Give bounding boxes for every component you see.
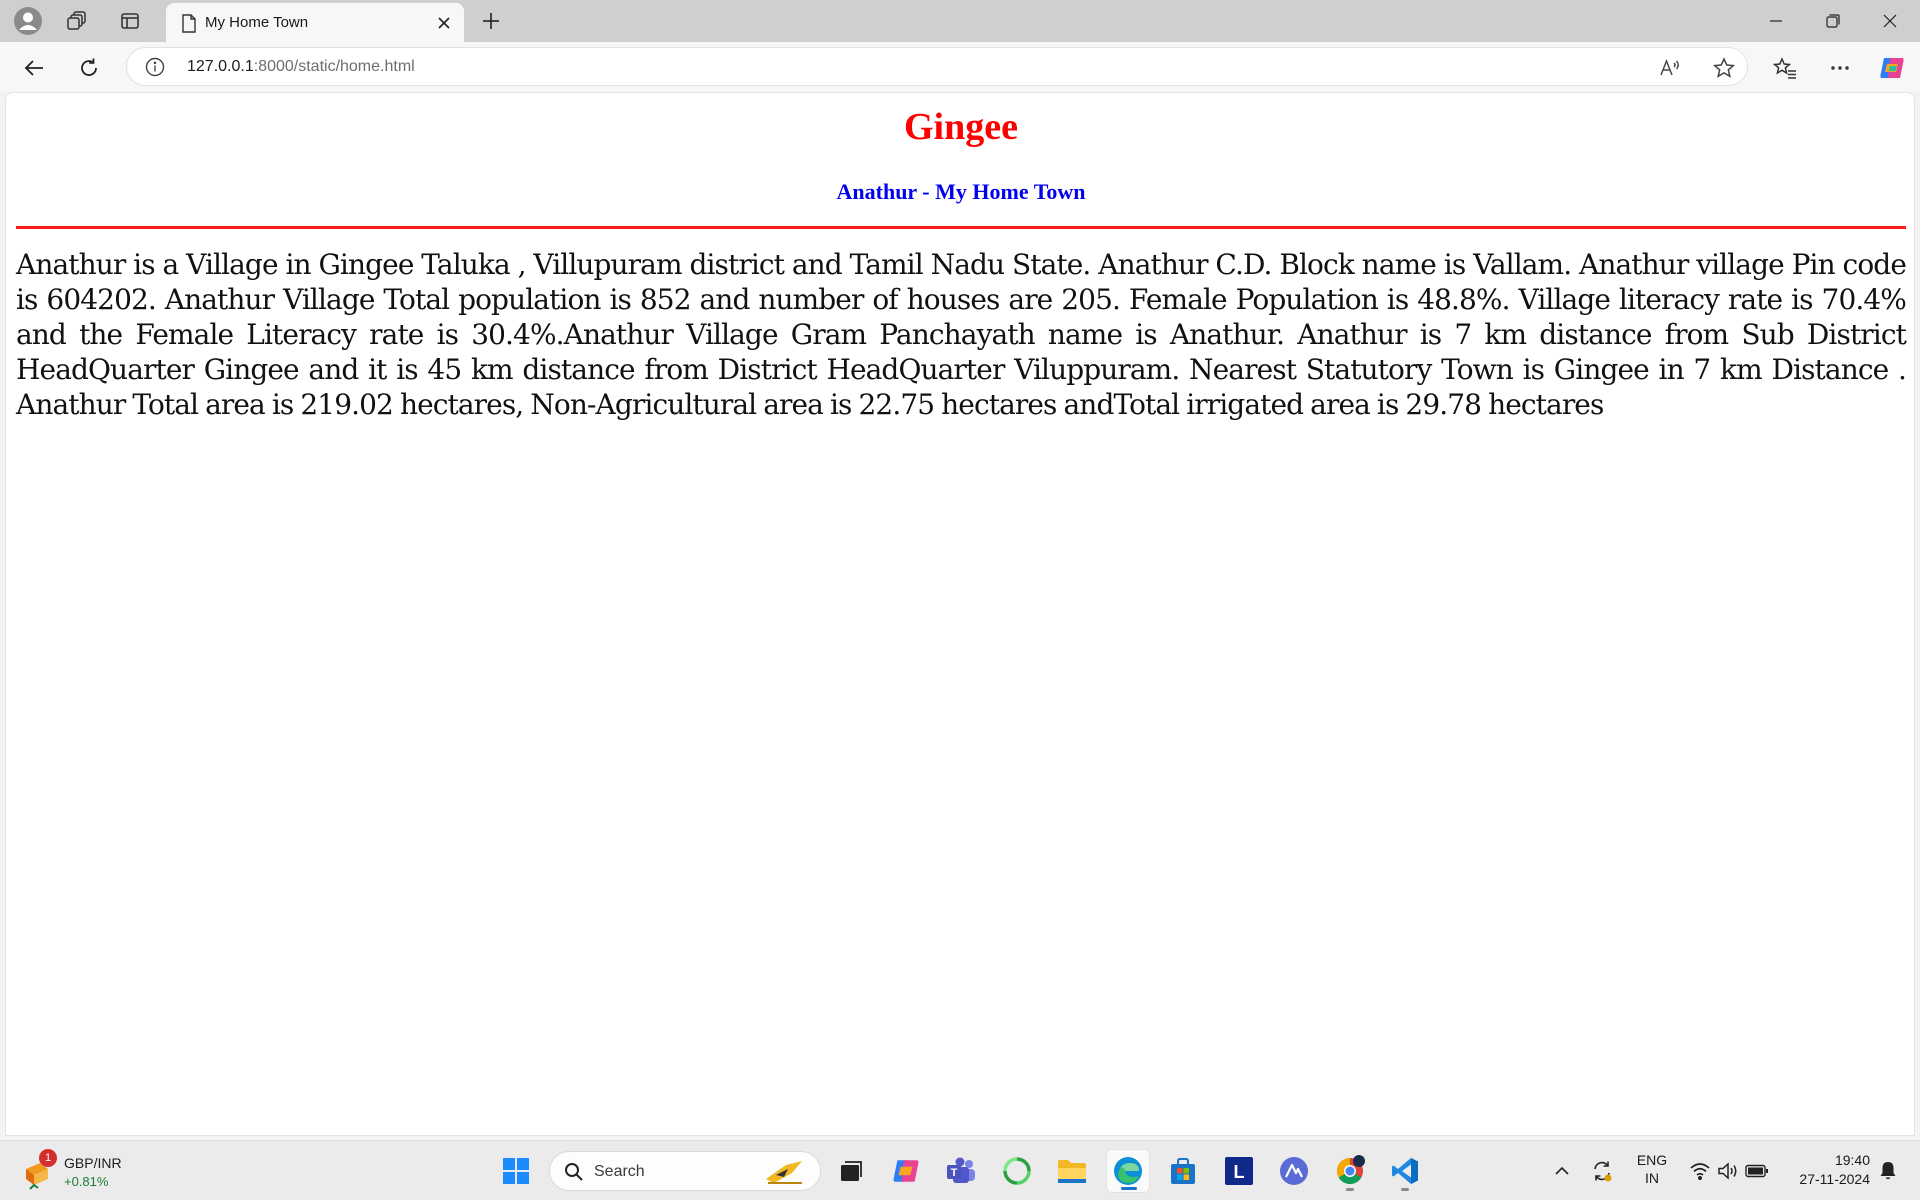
windows-logo-icon: [503, 1158, 529, 1184]
minimize-icon: [1770, 20, 1782, 22]
page-paragraph: Anathur is a Village in Gingee Taluka , …: [16, 248, 1907, 421]
taskbar-edge[interactable]: [1106, 1149, 1150, 1193]
taskbar-vscode[interactable]: [1383, 1149, 1427, 1193]
taskbar-search[interactable]: Search: [549, 1151, 821, 1191]
tab-actions-icon: [121, 13, 139, 29]
restore-button[interactable]: [1805, 0, 1861, 42]
taskbar-teams[interactable]: T: [939, 1149, 983, 1193]
copilot-icon: [1880, 58, 1904, 78]
widget-name: GBP/INR: [64, 1155, 122, 1171]
favorite-button[interactable]: [1711, 55, 1737, 81]
task-view-icon: [841, 1161, 862, 1181]
system-clock[interactable]: 19:40 27-11-2024: [1778, 1151, 1870, 1189]
site-info-icon[interactable]: [145, 57, 165, 77]
svg-text:T: T: [951, 1167, 958, 1179]
read-aloud-icon: [1660, 58, 1679, 76]
teams-icon: T: [947, 1157, 975, 1183]
clock-time: 19:40: [1834, 1152, 1870, 1168]
address-bar[interactable]: 127.0.0.1:8000/static/home.html: [126, 47, 1748, 86]
notification-badge: 1: [39, 1149, 57, 1167]
tab-close-button[interactable]: [432, 11, 456, 35]
read-aloud-button[interactable]: [1657, 55, 1683, 81]
taskbar-l-app[interactable]: L: [1217, 1149, 1261, 1193]
refresh-button[interactable]: [71, 50, 107, 86]
vertical-tabs-button[interactable]: [108, 4, 152, 38]
tab-my-home-town[interactable]: My Home Town: [166, 3, 464, 42]
minimize-button[interactable]: [1748, 0, 1804, 42]
chrome-icon: [1336, 1155, 1365, 1185]
star-icon: [1713, 57, 1735, 78]
l-app-icon: L: [1225, 1157, 1253, 1185]
wifi-icon: [1690, 1163, 1710, 1180]
close-icon: [438, 17, 450, 29]
active-app-indicator: [1121, 1187, 1137, 1190]
svg-text:L: L: [1234, 1162, 1245, 1182]
sync-status-button[interactable]: [1586, 1149, 1618, 1193]
taskbar-chrome[interactable]: [1328, 1149, 1372, 1193]
close-window-button[interactable]: [1862, 0, 1918, 42]
page-viewport: Gingee Anathur - My Home Town Anathur is…: [5, 92, 1915, 1136]
running-app-indicator: [1401, 1188, 1409, 1191]
search-highlight-icon: [766, 1161, 802, 1184]
browser-toolbar: 127.0.0.1:8000/static/home.html: [0, 42, 1920, 92]
clock-date: 27-11-2024: [1799, 1171, 1870, 1187]
taskbar-file-explorer[interactable]: [1050, 1149, 1094, 1193]
new-tab-button[interactable]: [474, 5, 508, 37]
workspaces-button[interactable]: [55, 4, 99, 38]
copilot-icon: [893, 1160, 919, 1182]
notifications-button[interactable]: [1872, 1149, 1904, 1193]
taskbar-cycle-app[interactable]: [995, 1149, 1039, 1193]
taskbar-microsoft-store[interactable]: [1161, 1149, 1205, 1193]
language-code: ENG: [1636, 1152, 1668, 1168]
more-dots-icon: [1831, 66, 1849, 70]
close-icon: [1883, 14, 1897, 28]
profile-icon: [14, 7, 42, 35]
vscode-icon: [1392, 1158, 1418, 1184]
url-path: :8000/static/home.html: [253, 58, 415, 75]
taskbar-copilot[interactable]: [884, 1149, 928, 1193]
language-indicator[interactable]: ENG IN: [1628, 1151, 1676, 1187]
favorites-button[interactable]: [1767, 50, 1803, 86]
taskbar-task-view[interactable]: [829, 1149, 873, 1193]
back-arrow-icon: [24, 60, 43, 76]
sync-circle-icon: [1003, 1157, 1031, 1185]
search-placeholder: Search: [594, 1163, 645, 1180]
settings-more-button[interactable]: [1822, 50, 1858, 86]
windows-taskbar: 1 GBP/INR +0.81% Search T L ENG IN 19:40…: [0, 1140, 1920, 1200]
store-icon: [1171, 1158, 1195, 1184]
widget-value: +0.81%: [64, 1174, 109, 1189]
running-app-indicator: [1346, 1188, 1354, 1191]
tab-title: My Home Town: [205, 14, 309, 31]
bell-icon: [1880, 1162, 1896, 1180]
favorites-icon: [1773, 57, 1796, 79]
sync-icon: [1594, 1161, 1612, 1182]
quick-settings-button[interactable]: [1684, 1149, 1774, 1193]
workspaces-icon: [67, 11, 86, 30]
folder-icon: [1058, 1160, 1086, 1183]
url-text[interactable]: 127.0.0.1:8000/static/home.html: [187, 58, 415, 76]
refresh-icon: [81, 58, 97, 76]
affinity-icon: [1280, 1157, 1308, 1185]
page-heading: Gingee: [904, 106, 1018, 148]
volume-icon: [1718, 1162, 1737, 1180]
profile-button[interactable]: [6, 4, 50, 38]
page-subheading: Anathur - My Home Town: [836, 179, 1086, 204]
restore-icon: [1826, 14, 1840, 28]
page-icon: [182, 14, 196, 33]
start-button[interactable]: [494, 1149, 538, 1193]
battery-icon: [1745, 1164, 1768, 1178]
currency-widget[interactable]: 1 GBP/INR +0.81%: [22, 1149, 142, 1193]
back-button[interactable]: [16, 50, 52, 86]
search-icon: [565, 1163, 583, 1181]
region-code: IN: [1645, 1170, 1659, 1186]
browser-title-bar: My Home Town: [0, 0, 1920, 42]
show-hidden-icons-button[interactable]: [1548, 1149, 1576, 1193]
taskbar-affinity-app[interactable]: [1272, 1149, 1316, 1193]
chevron-up-icon: [1555, 1166, 1569, 1175]
plus-icon: [483, 13, 499, 29]
copilot-button[interactable]: [1874, 50, 1910, 86]
url-host: 127.0.0.1: [187, 58, 254, 75]
horizontal-rule: [16, 226, 1906, 229]
edge-icon: [1114, 1157, 1142, 1185]
